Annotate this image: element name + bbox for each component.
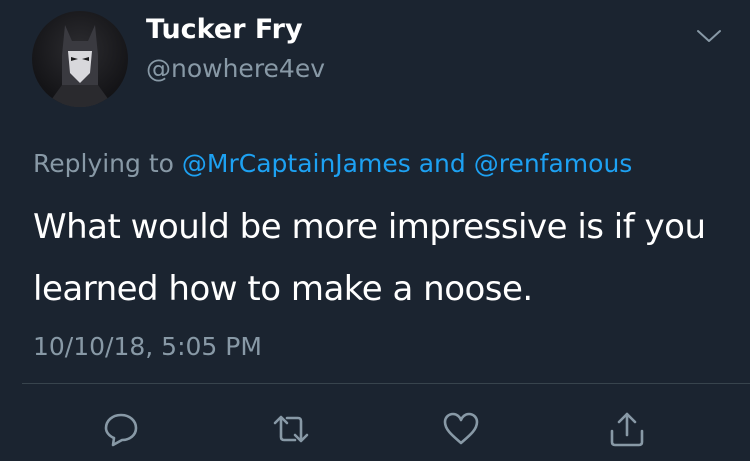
user-handle[interactable]: @nowhere4ev [146, 54, 325, 83]
tweet-timestamp: 10/10/18, 5:05 PM [33, 332, 262, 361]
batman-avatar-image [46, 25, 114, 107]
like-button[interactable] [440, 408, 482, 450]
replying-and-text[interactable]: and [419, 149, 466, 178]
retweet-icon [273, 415, 309, 443]
divider [22, 383, 750, 384]
tweet-text: What would be more impressive is if you … [33, 196, 733, 320]
tweet-text-line: learned how to make a noose. [33, 269, 533, 309]
mention-link-mrcaptainjames[interactable]: @MrCaptainJames [182, 149, 411, 178]
replying-to-line: Replying to @MrCaptainJames and @renfamo… [33, 149, 632, 178]
reply-button[interactable] [100, 408, 142, 450]
reply-icon [104, 413, 138, 447]
tweet-text-line: What would be more impressive is if you [33, 207, 706, 247]
share-icon [610, 412, 644, 447]
display-name[interactable]: Tucker Fry [146, 14, 303, 45]
replying-to-label: Replying to [33, 149, 174, 178]
chevron-down-icon[interactable] [694, 24, 724, 48]
share-button[interactable] [606, 408, 648, 450]
heart-icon [443, 412, 479, 445]
mention-link-renfamous[interactable]: @renfamous [474, 149, 633, 178]
avatar[interactable] [32, 11, 128, 107]
retweet-button[interactable] [270, 408, 312, 450]
